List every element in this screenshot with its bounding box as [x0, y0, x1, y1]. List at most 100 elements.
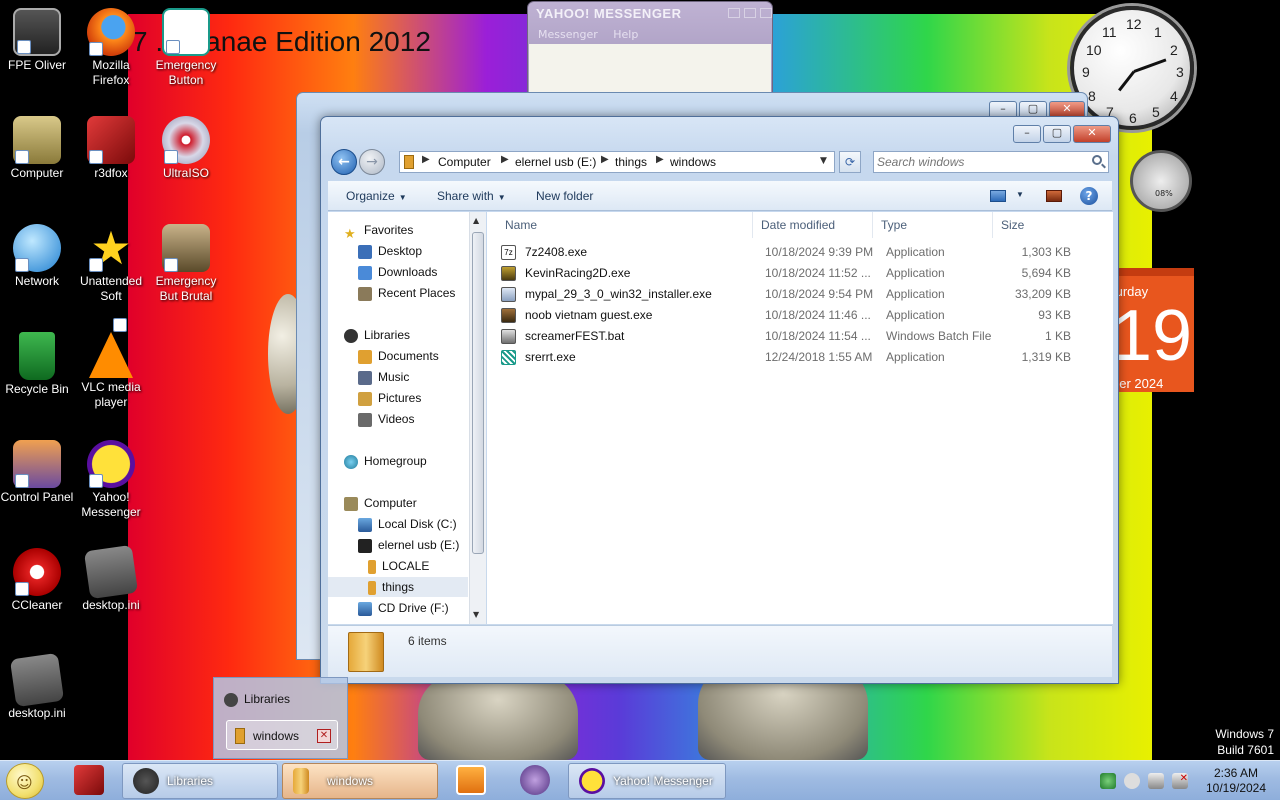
nav-music[interactable]: Music: [358, 367, 409, 387]
desktop-icon-ccleaner[interactable]: CCleaner: [0, 548, 74, 613]
desktop-icon-vlc[interactable]: VLC media player: [74, 318, 148, 410]
nav-locale[interactable]: LOCALE: [368, 556, 429, 576]
cpu-meter-gadget[interactable]: 08%: [1130, 150, 1192, 212]
taskbar-libraries[interactable]: Libraries: [122, 763, 278, 799]
nav-recent-places[interactable]: Recent Places: [358, 283, 455, 303]
preview-pane-icon[interactable]: [1046, 190, 1062, 202]
file-row[interactable]: mypal_29_3_0_win32_installer.exe 10/18/2…: [501, 284, 1081, 305]
nav-documents[interactable]: Documents: [358, 346, 439, 366]
start-button[interactable]: ☺: [6, 763, 44, 799]
tray-clock[interactable]: 2:36 AM 10/19/2024: [1200, 766, 1272, 796]
desktop-icon-firefox[interactable]: Mozilla Firefox: [74, 8, 148, 88]
file-name: srerrt.exe: [525, 350, 576, 364]
desktop-icon-network[interactable]: Network: [0, 224, 74, 289]
close-button[interactable]: ✕: [1073, 125, 1111, 143]
nav-pictures[interactable]: Pictures: [358, 388, 421, 408]
breadcrumb-chevron-icon[interactable]: ▶: [656, 154, 664, 165]
desktop-icon-computer[interactable]: Computer: [0, 116, 74, 181]
chevron-down-icon[interactable]: ▼: [1016, 190, 1024, 199]
preview-windows[interactable]: windows ✕: [226, 720, 338, 750]
desktop-icon-fpe-oliver[interactable]: FPE Oliver: [0, 8, 74, 73]
nav-local-disk[interactable]: Local Disk (C:): [358, 514, 457, 534]
breadcrumb-usb-drive[interactable]: elernel usb (E:): [515, 155, 596, 169]
file-row[interactable]: KevinRacing2D.exe 10/18/2024 11:52 ... A…: [501, 263, 1081, 284]
desktop-icon-yahoo-messenger[interactable]: Yahoo! Messenger: [74, 440, 148, 520]
breadcrumb-computer[interactable]: Computer: [438, 155, 491, 169]
desktop-icon-control-panel[interactable]: Control Panel: [0, 440, 74, 505]
taskbar-r3dfox-icon[interactable]: [74, 765, 104, 795]
refresh-icon[interactable]: ⟳: [839, 151, 861, 173]
forward-arrow-icon[interactable]: →: [359, 149, 385, 175]
desktop-icon-emergency-but-brutal[interactable]: Emergency But Brutal: [149, 224, 223, 304]
taskbar-windows-explorer[interactable]: windows: [282, 763, 438, 799]
desktop-icon-r3dfox[interactable]: r3dfox: [74, 116, 148, 181]
file-row[interactable]: noob vietnam guest.exe 10/18/2024 11:46 …: [501, 305, 1081, 326]
nav-things[interactable]: things: [328, 577, 468, 597]
nav-desktop[interactable]: Desktop: [358, 241, 422, 261]
minimize-button[interactable]: [728, 8, 740, 18]
calendar-gadget[interactable]: turday 19 ber 2024: [1112, 268, 1194, 392]
media-player-icon[interactable]: [456, 765, 486, 795]
nav-homegroup[interactable]: Homegroup: [344, 451, 427, 471]
breadcrumb-chevron-icon[interactable]: ▶: [422, 154, 430, 165]
desktop-icon-ultraiso[interactable]: UltraISO: [149, 116, 223, 181]
desktop-icon-desktop-ini-1[interactable]: desktop.ini: [74, 544, 148, 613]
file-row[interactable]: srerrt.exe 12/24/2018 1:55 AM Applicatio…: [501, 347, 1081, 368]
scroll-up-icon[interactable]: ▲: [473, 216, 479, 225]
nav-videos[interactable]: Videos: [358, 409, 414, 429]
column-header-name[interactable]: Name: [487, 212, 753, 238]
desktop-icon-recycle-bin[interactable]: Recycle Bin: [0, 332, 74, 397]
volume-muted-icon[interactable]: ✕: [1172, 773, 1188, 789]
close-button[interactable]: [760, 8, 772, 18]
taskbar-app-icon[interactable]: [520, 765, 550, 795]
menu-help[interactable]: Help: [613, 28, 638, 41]
address-bar[interactable]: ▶ Computer ▶ elernel usb (E:) ▶ things ▶…: [399, 151, 835, 173]
security-shield-icon[interactable]: [1100, 773, 1116, 789]
column-header-date-modified[interactable]: Date modified: [753, 212, 873, 238]
tray-app-icon[interactable]: [1124, 773, 1140, 789]
breadcrumb-windows[interactable]: windows: [670, 155, 716, 169]
maximize-button[interactable]: ▢: [1043, 125, 1071, 143]
file-row[interactable]: 7z 7z2408.exe 10/18/2024 9:39 PM Applica…: [501, 242, 1081, 263]
breadcrumb-things[interactable]: things: [615, 155, 647, 169]
close-icon[interactable]: ✕: [317, 729, 331, 743]
menu-messenger[interactable]: Messenger: [538, 28, 598, 41]
preview-libraries[interactable]: Libraries: [224, 692, 290, 707]
change-view-icon[interactable]: [990, 190, 1006, 202]
taskbar-yahoo-messenger[interactable]: Yahoo! Messenger: [568, 763, 726, 799]
chevron-down-icon[interactable]: ▼: [820, 156, 827, 166]
nav-favorites[interactable]: ★ Favorites: [344, 220, 413, 241]
new-folder-button[interactable]: New folder: [536, 189, 593, 203]
explorer-window[interactable]: – ▢ ✕ ← → ▶ Computer ▶ elernel usb (E:) …: [320, 116, 1119, 684]
minimize-button[interactable]: –: [1013, 125, 1041, 143]
nav-downloads[interactable]: Downloads: [358, 262, 437, 282]
search-input[interactable]: [877, 154, 1077, 170]
desktop-icon-emergency-button[interactable]: Emergency Button: [149, 8, 223, 88]
scroll-down-icon[interactable]: ▼: [473, 610, 479, 619]
file-row[interactable]: screamerFEST.bat 10/18/2024 11:54 ... Wi…: [501, 326, 1081, 347]
nav-label: Libraries: [364, 328, 411, 342]
breadcrumb-chevron-icon[interactable]: ▶: [601, 154, 609, 165]
nav-libraries[interactable]: Libraries: [344, 325, 410, 345]
maximize-button[interactable]: [744, 8, 756, 18]
nav-cd-drive[interactable]: CD Drive (F:): [358, 598, 449, 618]
search-box[interactable]: [873, 151, 1109, 173]
desktop-icon-desktop-ini-2[interactable]: desktop.ini: [0, 652, 74, 721]
nav-computer[interactable]: Computer: [344, 493, 417, 513]
navigation-scrollbar[interactable]: ▲ ▼: [469, 212, 486, 624]
column-header-size[interactable]: Size: [993, 212, 1083, 238]
scrollbar-thumb[interactable]: [472, 232, 484, 554]
clock-gadget[interactable]: 12 1 2 3 4 5 6 7 8 9 10 11: [1070, 6, 1194, 130]
nav-usb-drive[interactable]: elernel usb (E:): [358, 535, 459, 555]
help-icon[interactable]: ?: [1080, 187, 1098, 205]
breadcrumb-chevron-icon[interactable]: ▶: [501, 154, 509, 165]
back-arrow-icon[interactable]: ←: [331, 149, 357, 175]
organize-button[interactable]: Organize ▼: [346, 189, 407, 203]
network-icon[interactable]: [1148, 773, 1164, 789]
share-with-button[interactable]: Share with ▼: [437, 189, 506, 203]
nav-label: Music: [378, 370, 410, 384]
file-type: Application: [886, 350, 945, 364]
search-icon[interactable]: [1092, 155, 1102, 165]
column-header-type[interactable]: Type: [873, 212, 993, 238]
desktop-icon-unattended-soft[interactable]: ★ Unattended Soft: [74, 224, 148, 304]
